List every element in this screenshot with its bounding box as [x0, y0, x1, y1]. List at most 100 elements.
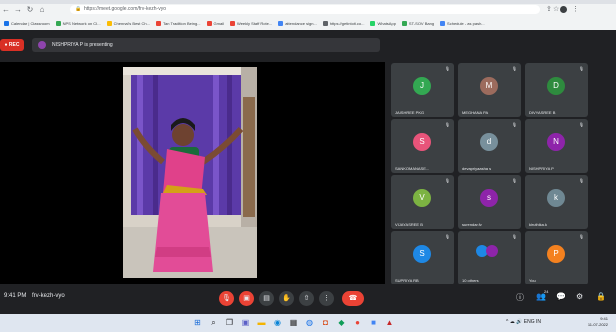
bookmarks-bar: Calendar | Classroom NPS Network on CI...…: [0, 17, 616, 29]
presenting-text: NISHPRIYA P is presenting: [52, 42, 113, 48]
raise-hand-button[interactable]: ✋: [279, 291, 294, 306]
participant-name: JAISHREE PKG: [395, 110, 425, 115]
participant-name: kiruthika.k: [529, 222, 548, 227]
app-icon[interactable]: ◆: [336, 317, 347, 328]
meeting-code: frv-kezh-vyo: [32, 293, 65, 299]
start-icon[interactable]: ⊞: [192, 317, 203, 328]
participant-tile[interactable]: 🎙 S SANKOMANASE...: [391, 119, 454, 173]
home-icon[interactable]: ⌂: [36, 4, 48, 15]
app-icon-2[interactable]: ●: [352, 317, 363, 328]
participant-tile[interactable]: 🎙 P You: [525, 231, 588, 285]
host-controls-icon[interactable]: 🔒: [596, 292, 606, 301]
bookmark-label: Weekly Staff Rote...: [237, 20, 273, 26]
bookmark-item[interactable]: ST-SOV Bang: [401, 20, 434, 26]
dancer-scene-image: [123, 67, 257, 278]
bookmark-item[interactable]: Weekly Staff Rote...: [230, 20, 273, 26]
participant-tile[interactable]: 🎙 d devapriyaasha s: [458, 119, 521, 173]
participant-tile[interactable]: 🎙 V VIJAYASREE B: [391, 175, 454, 229]
participant-avatar: P: [547, 245, 565, 263]
participant-name: DIVYASREE B: [529, 110, 556, 115]
participant-tile[interactable]: 🎙 N NISHPRIYA P: [525, 119, 588, 173]
task-view-icon[interactable]: ❐: [224, 317, 235, 328]
camera-off-button[interactable]: ▣: [239, 291, 254, 306]
bookmark-item[interactable]: Tan Tradition Being...: [155, 20, 201, 26]
participant-name: MEGHANA PA: [462, 110, 489, 115]
participant-avatar: M: [480, 77, 498, 95]
bookmark-item[interactable]: https://getintoit.co...: [322, 20, 365, 26]
share-icon[interactable]: ⇪: [546, 4, 552, 15]
presented-video: [123, 67, 257, 278]
windows-taskbar: ⊞ ⌕ ❐ ▣ ▬ ◉ ▦ ◍ ◘ ◆ ● ■ ▲ ^ ☁ 🔊 ENG IN 9…: [0, 314, 616, 332]
bookmark-label: Schedule - as pash...: [447, 20, 485, 26]
mic-muted-icon: 🎙: [511, 234, 517, 239]
bookmark-favicon-icon: [155, 20, 161, 26]
participant-name: surendar.fv: [462, 222, 482, 227]
clock[interactable]: 9:41 11-07-2022: [588, 316, 608, 328]
participant-avatar: s: [480, 189, 498, 207]
profile-avatar[interactable]: [560, 6, 567, 13]
people-count-badge: 24: [544, 289, 549, 294]
star-icon[interactable]: ☆: [553, 4, 559, 15]
bookmark-item[interactable]: WhatsApp: [370, 20, 396, 26]
chat-icon[interactable]: 💬: [556, 292, 566, 301]
url-text: https://meet.google.com/frv-kezh-vyo: [84, 6, 166, 12]
reload-icon[interactable]: ↻: [24, 4, 36, 15]
participant-tile[interactable]: 🎙 J JAISHREE PKG: [391, 63, 454, 117]
app-icon-4[interactable]: ▲: [384, 317, 395, 328]
mic-muted-icon: 🎙: [444, 178, 450, 183]
lock-icon: 🔒: [75, 6, 82, 12]
file-explorer-icon[interactable]: ▬: [256, 317, 267, 328]
participant-tile[interactable]: 🎙 s surendar.fv: [458, 175, 521, 229]
recording-badge[interactable]: ● REC: [0, 39, 24, 51]
captions-button[interactable]: ▤: [259, 291, 274, 306]
bookmark-label: WhatsApp: [377, 20, 396, 26]
mic-off-button[interactable]: 🎙: [219, 291, 234, 306]
bookmark-item[interactable]: attendance sign...: [278, 20, 317, 26]
extensions-icon[interactable]: ⋮: [572, 4, 579, 15]
participant-tile[interactable]: 🎙 10 others: [458, 231, 521, 285]
bookmark-favicon-icon: [370, 20, 376, 26]
edge-icon[interactable]: ◉: [272, 317, 283, 328]
mic-muted-icon: 🎙: [578, 234, 584, 239]
participant-tile[interactable]: 🎙 S SUPRIYA RB: [391, 231, 454, 285]
end-call-button[interactable]: ☎: [342, 291, 364, 306]
participant-avatar: D: [547, 77, 565, 95]
bookmark-item[interactable]: Chennai's Best Ch...: [106, 20, 150, 26]
address-bar[interactable]: 🔒 https://meet.google.com/frv-kezh-vyo: [70, 5, 540, 14]
participant-name: SANKOMANASE...: [395, 166, 430, 171]
more-options-button[interactable]: ⋮: [319, 291, 334, 306]
app-icon-3[interactable]: ■: [368, 317, 379, 328]
forward-icon[interactable]: →: [12, 4, 24, 15]
bookmark-item[interactable]: Schedule - as pash...: [440, 20, 485, 26]
participant-tile[interactable]: 🎙 M MEGHANA PA: [458, 63, 521, 117]
bookmark-label: Calendar | Classroom: [11, 20, 50, 26]
bookmark-favicon-icon: [106, 20, 112, 26]
info-icon[interactable]: ⓘ: [516, 292, 524, 303]
present-button[interactable]: ⇧: [299, 291, 314, 306]
bookmark-label: https://getintoit.co...: [329, 20, 365, 26]
system-tray[interactable]: ^ ☁ 🔊 ENG IN: [506, 319, 541, 325]
participant-avatar: N: [547, 133, 565, 151]
participant-tile[interactable]: 🎙 k kiruthika.k: [525, 175, 588, 229]
participant-name: VIJAYASREE B: [395, 222, 423, 227]
bookmark-item[interactable]: Calendar | Classroom: [4, 20, 50, 26]
teams-icon[interactable]: ▣: [240, 317, 251, 328]
bookmark-label: attendance sign...: [285, 20, 317, 26]
bookmark-item[interactable]: Gmail: [206, 20, 224, 26]
participant-avatar: k: [547, 189, 565, 207]
presenter-avatar: [38, 41, 46, 49]
bookmark-favicon-icon: [278, 20, 284, 26]
participant-tile[interactable]: 🎙 D DIVYASREE B: [525, 63, 588, 117]
others-avatar-group: [476, 245, 504, 259]
office-icon[interactable]: ◘: [320, 317, 331, 328]
activities-icon[interactable]: ⚙: [576, 292, 583, 301]
mic-muted-icon: 🎙: [578, 122, 584, 127]
back-icon[interactable]: ←: [0, 4, 12, 15]
participant-name: You: [529, 278, 536, 283]
bookmark-label: Chennai's Best Ch...: [113, 20, 150, 26]
chrome-icon[interactable]: ◍: [304, 317, 315, 328]
store-icon[interactable]: ▦: [288, 317, 299, 328]
search-icon[interactable]: ⌕: [208, 317, 219, 328]
bookmark-item[interactable]: NPS Network on CI...: [55, 20, 101, 26]
bookmark-label: NPS Network on CI...: [62, 20, 101, 26]
